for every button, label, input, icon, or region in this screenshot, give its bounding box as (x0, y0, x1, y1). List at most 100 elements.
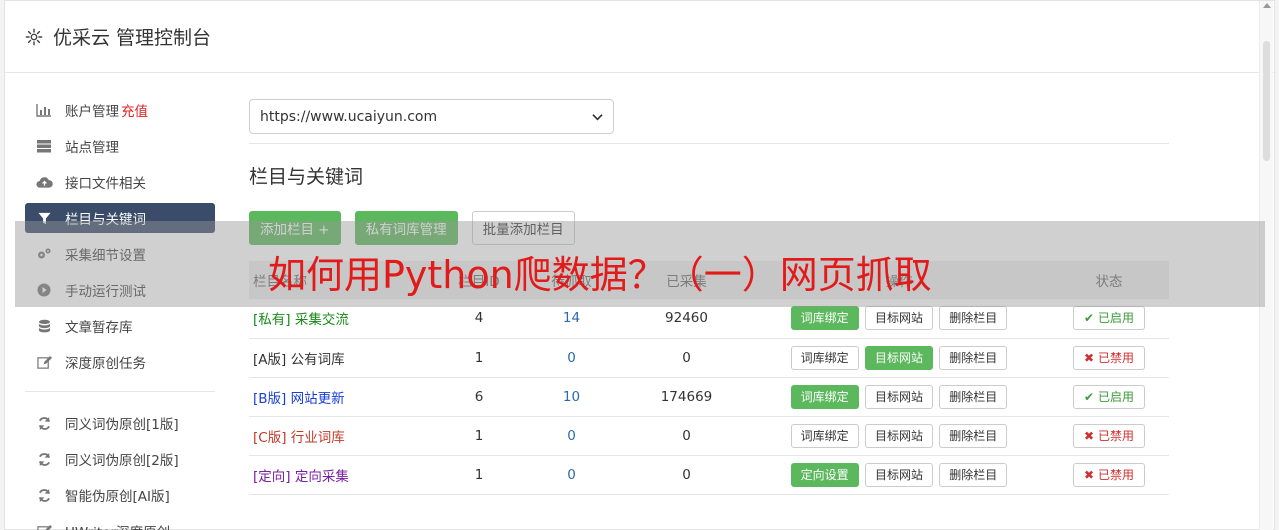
collected-count-cell: 174669 (624, 377, 749, 417)
column-tag: [私有] (253, 312, 291, 329)
sidebar-item-sites[interactable]: 站点管理 (25, 131, 215, 161)
scrollbar-thumb[interactable] (1263, 41, 1270, 161)
cross-icon: ✖ (1084, 350, 1095, 365)
overlay-title: 如何用Python爬数据？（一）网页抓取 (268, 253, 932, 297)
column-name: 公有词库 (290, 351, 345, 368)
status-cell: ✖ 已禁用 (1049, 455, 1169, 495)
sidebar-item-label: 同义词伪原创[2版] (65, 453, 179, 469)
scroll-up-arrow-icon[interactable] (1263, 3, 1271, 8)
delete-column-button[interactable]: 删除栏目 (939, 306, 1008, 331)
status-cell: ✔ 已启用 (1049, 377, 1169, 417)
status-label: 已启用 (1097, 311, 1134, 326)
pending-count-cell: 10 (519, 377, 624, 417)
column-tag: [定向] (253, 468, 291, 485)
sidebar-item-label: 同义词伪原创[1版] (65, 417, 179, 433)
status-label: 已禁用 (1097, 350, 1134, 365)
pending-count-cell: 0 (519, 416, 624, 456)
column-name-cell[interactable]: [定向] 定向采集 (249, 455, 439, 495)
refresh-icon (35, 415, 53, 431)
collected-count-cell: 0 (624, 455, 749, 495)
sidebar-item-deep-original[interactable]: 深度原创任务 (25, 347, 215, 377)
operations-cell: 词库绑定 目标网站 删除栏目 (749, 377, 1049, 417)
sidebar-item-label: UWriter深度原创 (65, 521, 170, 530)
table-row: [B版] 网站更新 6 10 174669 词库绑定 目标网站 删除栏目 ✔ 已启用 (249, 377, 1169, 417)
collected-count-cell: 0 (624, 338, 749, 378)
target-site-button[interactable]: 目标网站 (864, 384, 933, 409)
sidebar-item-ai-rewrite[interactable]: 智能伪原创[AI版] (25, 480, 215, 510)
status-label: 已禁用 (1097, 428, 1134, 443)
status-toggle-button[interactable]: ✖ 已禁用 (1073, 345, 1145, 370)
status-cell: ✖ 已禁用 (1049, 416, 1169, 456)
delete-column-button[interactable]: 删除栏目 (939, 345, 1008, 370)
column-tag: [B版] (253, 390, 287, 407)
section-divider (249, 143, 1169, 144)
target-site-button[interactable]: 目标网站 (864, 423, 933, 448)
target-site-button[interactable]: 目标网站 (864, 462, 933, 487)
sidebar-item-label: 深度原创任务 (65, 356, 146, 372)
edit-icon (35, 354, 53, 370)
sidebar: 账户管理 充值 站点管理 接口文件相关 栏目与关键词 采集细节设置 手动运行测试… (25, 95, 215, 530)
delete-column-button[interactable]: 删除栏目 (939, 462, 1008, 487)
column-name: 采集交流 (294, 312, 349, 329)
status-label: 已启用 (1097, 389, 1134, 404)
target-site-button[interactable]: 目标网站 (864, 345, 933, 370)
server-icon (35, 138, 53, 154)
sidebar-item-account[interactable]: 账户管理 充值 (25, 95, 215, 125)
sidebar-item-article-store[interactable]: 文章暂存库 (25, 311, 215, 341)
refresh-icon (35, 487, 53, 503)
column-name-cell[interactable]: [C版] 行业词库 (249, 416, 439, 456)
column-name-cell[interactable]: [B版] 网站更新 (249, 377, 439, 417)
bind-library-button[interactable]: 定向设置 (790, 462, 859, 487)
site-select-value: https://www.ucaiyun.com (260, 108, 438, 125)
bind-library-button[interactable]: 词库绑定 (790, 423, 859, 448)
bind-library-button[interactable]: 词库绑定 (790, 384, 859, 409)
bind-library-button[interactable]: 词库绑定 (790, 345, 859, 370)
column-name-cell[interactable]: [A版] 公有词库 (249, 338, 439, 378)
sidebar-item-uwriter[interactable]: UWriter深度原创 (25, 516, 215, 530)
bar-chart-icon (35, 102, 53, 118)
status-toggle-button[interactable]: ✔ 已启用 (1073, 384, 1145, 409)
site-select[interactable]: https://www.ucaiyun.com (249, 99, 614, 134)
column-name: 定向采集 (294, 468, 349, 485)
table-row: [定向] 定向采集 1 0 0 定向设置 目标网站 删除栏目 ✖ 已禁用 (249, 455, 1169, 495)
check-icon: ✔ (1084, 311, 1095, 326)
cross-icon: ✖ (1084, 428, 1095, 443)
sidebar-item-interface[interactable]: 接口文件相关 (25, 167, 215, 197)
collected-count-cell: 0 (624, 416, 749, 456)
cross-icon: ✖ (1084, 467, 1095, 482)
sidebar-item-synonym-v1[interactable]: 同义词伪原创[1版] (25, 408, 215, 438)
status-toggle-button[interactable]: ✔ 已启用 (1073, 306, 1145, 331)
sidebar-item-synonym-v2[interactable]: 同义词伪原创[2版] (25, 444, 215, 474)
target-site-button[interactable]: 目标网站 (864, 306, 933, 331)
column-id-cell: 1 (439, 338, 519, 378)
sidebar-item-label: 站点管理 (65, 140, 119, 156)
refresh-icon (35, 451, 53, 467)
sidebar-divider (25, 391, 215, 392)
bind-library-button[interactable]: 词库绑定 (790, 306, 859, 331)
column-id-cell: 1 (439, 455, 519, 495)
cloud-upload-icon (35, 174, 53, 190)
status-toggle-button[interactable]: ✖ 已禁用 (1073, 462, 1145, 487)
sidebar-item-label: 账户管理 (65, 104, 119, 120)
column-name: 网站更新 (290, 390, 345, 407)
sidebar-item-label: 智能伪原创[AI版] (65, 489, 170, 505)
gear-icon (25, 28, 43, 46)
column-tag: [A版] (253, 351, 287, 368)
recharge-link[interactable]: 充值 (121, 100, 148, 120)
delete-column-button[interactable]: 删除栏目 (939, 423, 1008, 448)
pending-count-cell: 0 (519, 455, 624, 495)
section-title: 栏目与关键词 (249, 166, 364, 188)
table-row: [A版] 公有词库 1 0 0 词库绑定 目标网站 删除栏目 ✖ 已禁用 (249, 338, 1169, 378)
check-icon: ✔ (1084, 389, 1095, 404)
page-title: 优采云 管理控制台 (53, 27, 212, 49)
delete-column-button[interactable]: 删除栏目 (939, 384, 1008, 409)
table-row: [C版] 行业词库 1 0 0 词库绑定 目标网站 删除栏目 ✖ 已禁用 (249, 416, 1169, 456)
status-label: 已禁用 (1097, 467, 1134, 482)
operations-cell: 定向设置 目标网站 删除栏目 (749, 455, 1049, 495)
status-toggle-button[interactable]: ✖ 已禁用 (1073, 423, 1145, 448)
column-name: 行业词库 (290, 429, 345, 446)
pending-count-cell: 0 (519, 338, 624, 378)
console-header: 优采云 管理控制台 (5, 1, 1274, 73)
status-cell: ✖ 已禁用 (1049, 338, 1169, 378)
column-id-cell: 1 (439, 416, 519, 456)
